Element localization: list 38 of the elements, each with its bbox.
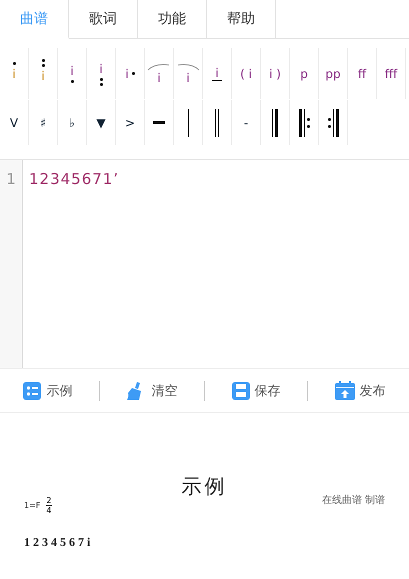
symbol-button[interactable]: i ) [261,48,290,99]
symbol-button[interactable]: i [87,48,116,99]
save-icon [232,382,250,400]
score-notes: 1 2 3 4 5 6 7 i [24,535,92,550]
tab[interactable]: 功能 [138,0,207,38]
slur-icon [147,62,171,70]
symbol-button[interactable]: i [58,48,87,99]
symbol-button[interactable]: > [116,100,145,145]
tab[interactable]: 歌词 [69,0,138,38]
author-text: 在线曲谱 制谱 [322,494,385,506]
symbol-button[interactable]: i [174,48,203,99]
list-icon [23,382,42,400]
slur-icon [176,62,200,70]
symbol-button[interactable]: i [116,48,145,99]
calendar-upload-icon [334,381,355,400]
symbol-button[interactable]: i [203,48,232,99]
code-line: 12345671’ [29,170,120,188]
symbol-button[interactable]: - [232,100,261,145]
symbol-button[interactable]: ♭ [58,100,87,145]
symbol-button[interactable]: ▼ [87,100,116,145]
time-signature: 2 4 [46,496,52,515]
tab[interactable]: 帮助 [207,0,276,38]
symbol-button[interactable]: ( i [232,48,261,99]
score-title: 示例 [182,473,228,500]
toolbar-button[interactable]: 清空 [126,382,178,400]
key-signature: 1=F [24,501,40,510]
symbol-button[interactable]: ff [348,48,377,99]
line-number: 1 [6,170,16,188]
symbol-button[interactable]: V [0,100,29,145]
toolbar-button[interactable]: 发布 [334,381,386,400]
symbol-button[interactable]: p [290,48,319,99]
symbol-button[interactable]: fff [377,48,406,99]
toolbar-button[interactable]: 示例 [23,382,72,400]
code-editor[interactable]: 1 12345671’ [0,160,409,369]
symbol-button[interactable]: i [145,48,174,99]
symbol-button[interactable]: ♯ [29,100,58,145]
symbol-button[interactable]: pp [319,48,348,99]
toolbar-button[interactable]: 保存 [232,382,281,400]
